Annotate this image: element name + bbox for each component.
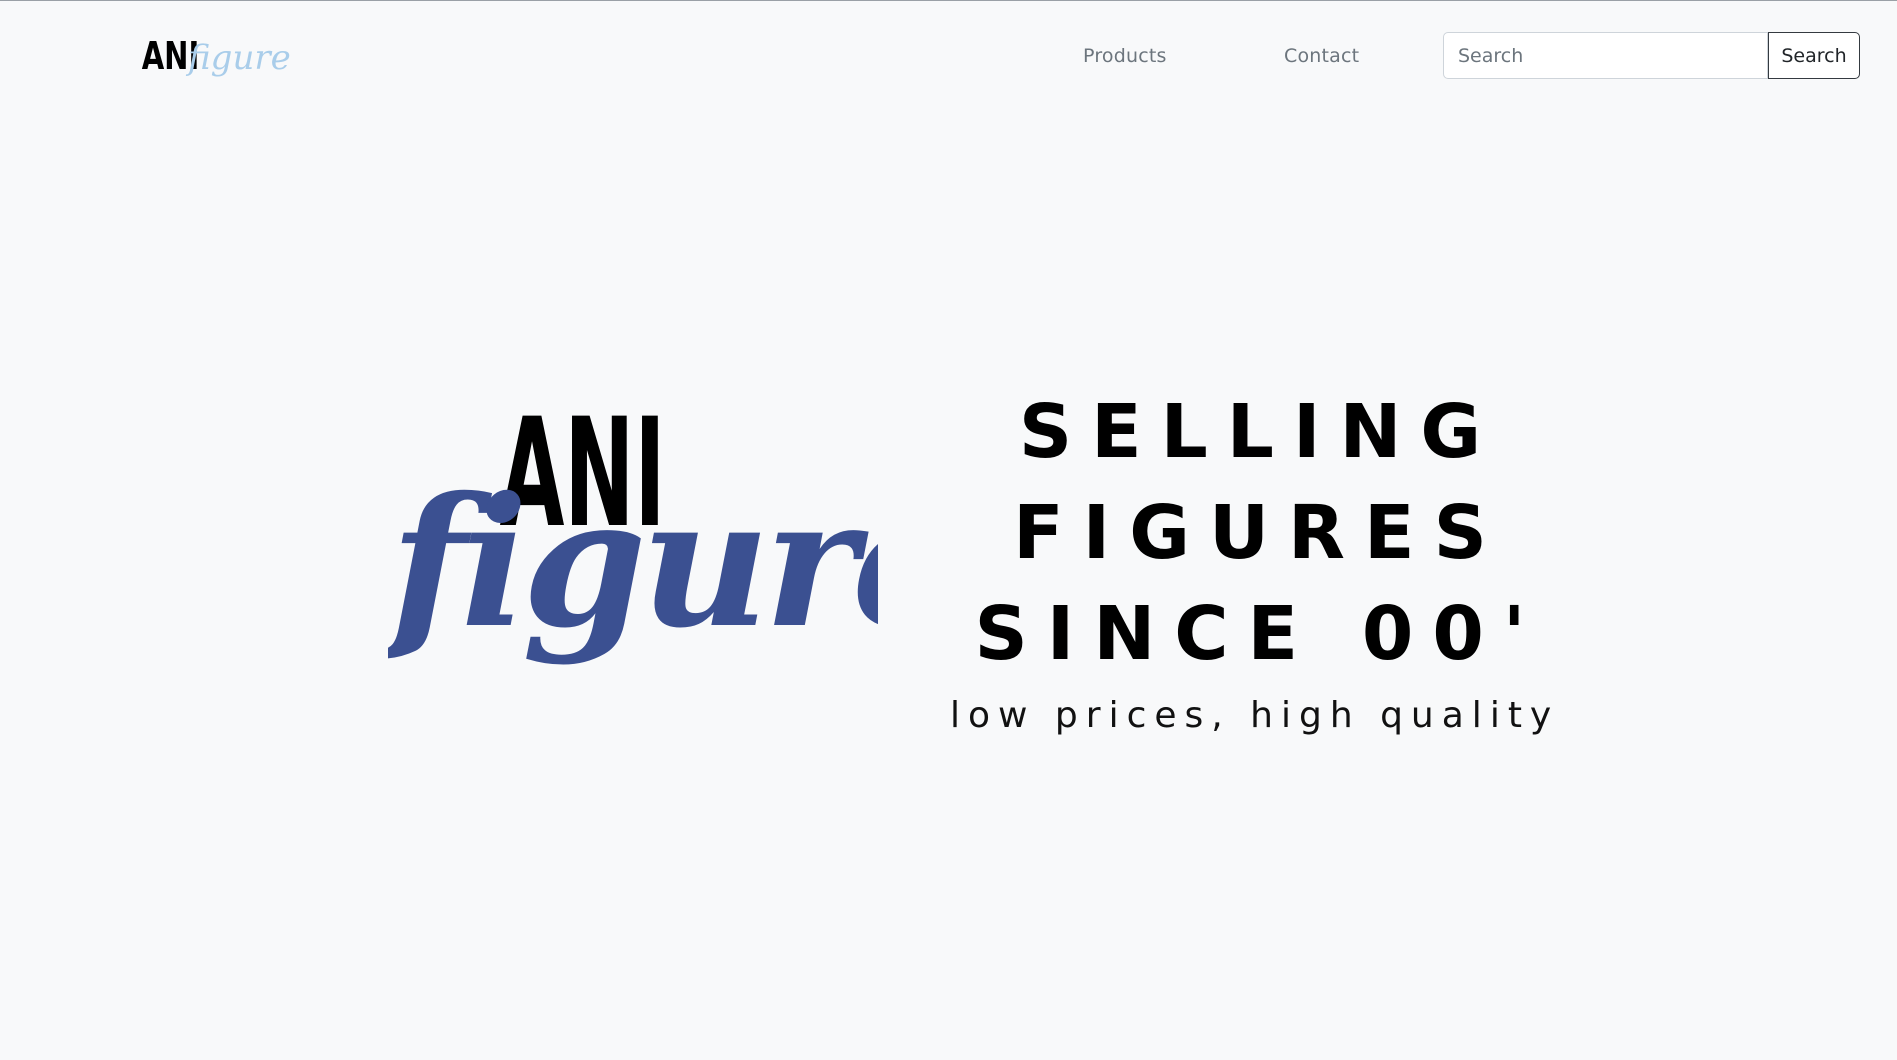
search-button[interactable]: Search — [1768, 32, 1860, 79]
hero-logo-word-script: figures — [388, 458, 878, 667]
navbar: ANI figures Products Contact Search — [0, 1, 1897, 111]
search-input[interactable] — [1443, 32, 1768, 79]
brand-logo-word-script: figures — [185, 38, 290, 78]
search-form: Search — [1443, 32, 1860, 80]
hero-text: SELLING FIGURES SINCE 00' low prices, hi… — [950, 382, 1560, 736]
headline-line-2: FIGURES — [1013, 490, 1506, 576]
brand-logo-link[interactable]: ANI figures — [140, 29, 290, 87]
hero-logo: ANI figures — [388, 400, 878, 730]
headline-line-1: SELLING — [1018, 389, 1501, 475]
nav-link-contact[interactable]: Contact — [1284, 45, 1359, 67]
hero-logo-graphic: ANI figures — [388, 400, 878, 667]
brand-logo: ANI figures — [142, 35, 290, 79]
tagline: low prices, high quality — [950, 695, 1560, 736]
nav-link-products[interactable]: Products — [1083, 45, 1167, 67]
headline-line-3: SINCE 00' — [974, 591, 1545, 677]
